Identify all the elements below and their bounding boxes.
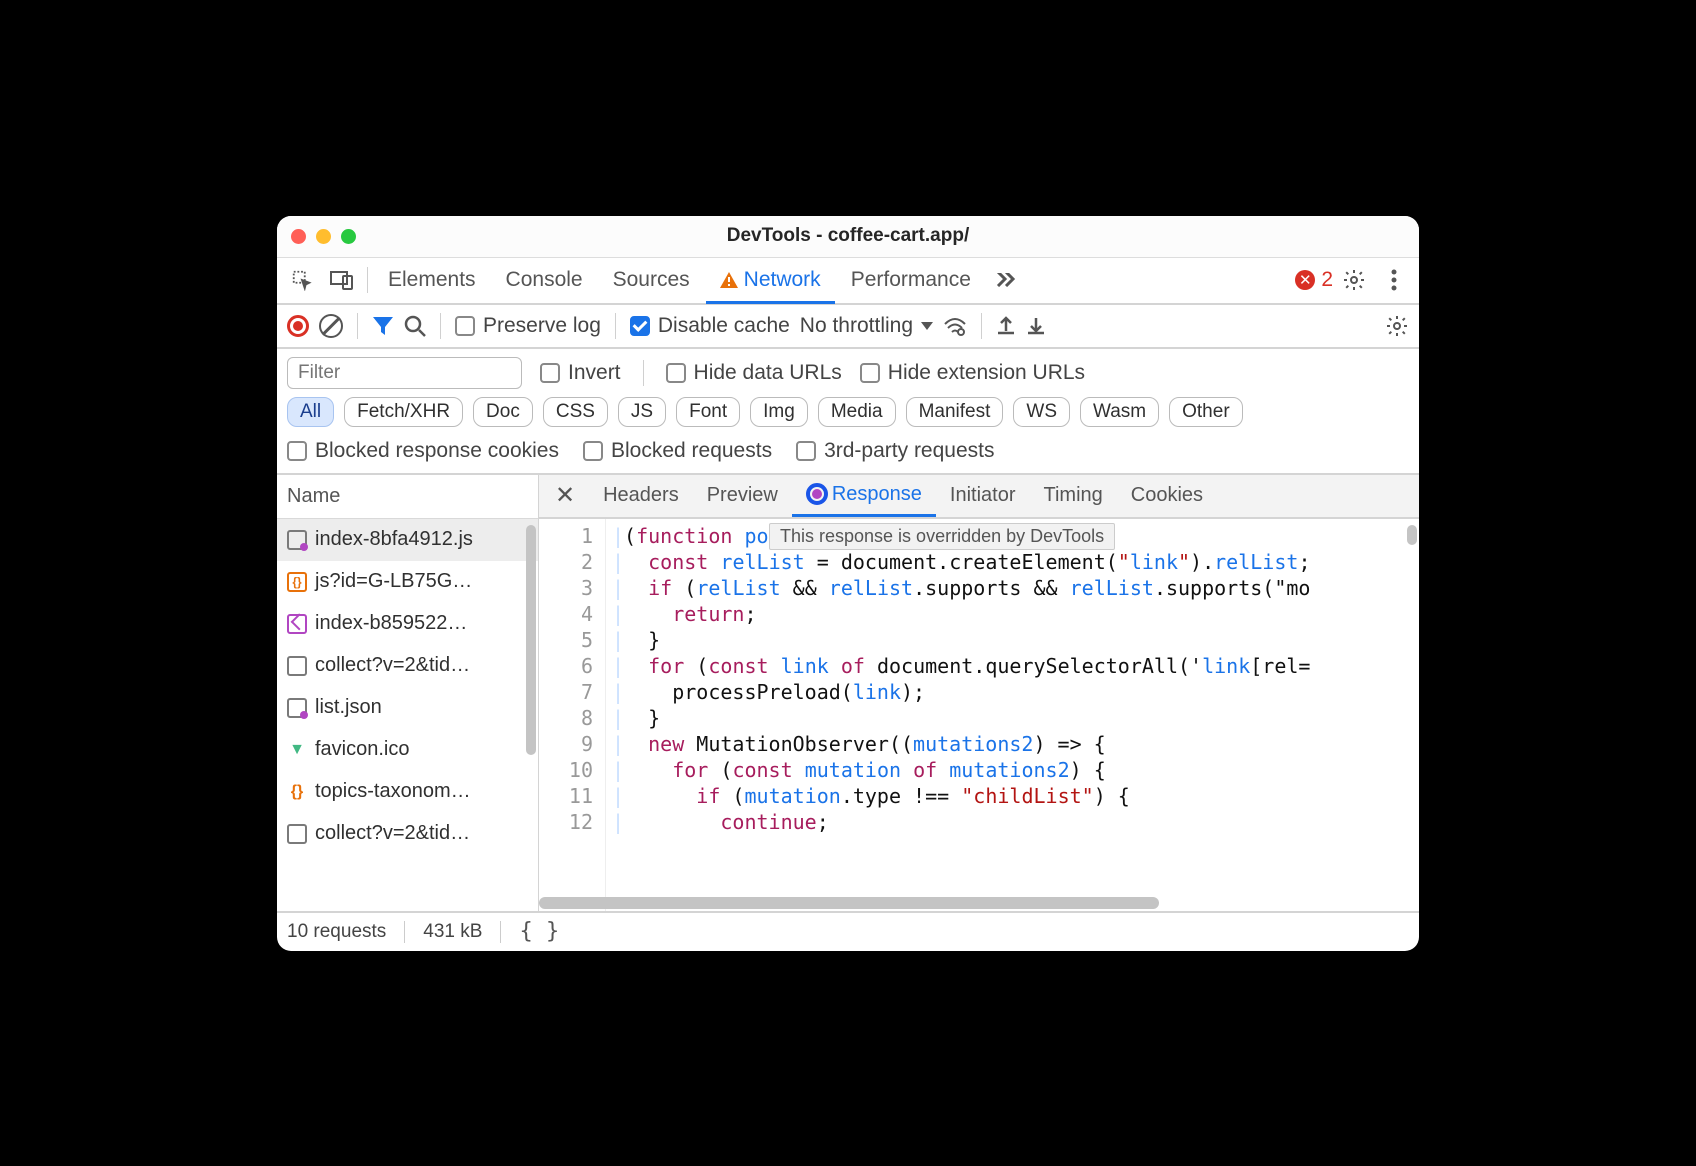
request-detail-panel: ✕ HeadersPreviewResponseInitiatorTimingC…	[539, 475, 1419, 911]
invert-checkbox[interactable]: Invert	[540, 361, 621, 385]
error-icon: ✕	[1295, 270, 1315, 290]
detail-tab-headers[interactable]: Headers	[589, 475, 693, 517]
filter-input[interactable]	[287, 357, 522, 389]
chip-other[interactable]: Other	[1169, 397, 1243, 427]
inspect-icon[interactable]	[283, 260, 321, 300]
detail-tab-response[interactable]: Response	[792, 475, 936, 517]
override-indicator-icon	[806, 483, 828, 505]
titlebar: DevTools - coffee-cart.app/	[277, 216, 1419, 258]
main-tabstrip: Elements Console Sources Network Perform…	[277, 258, 1419, 305]
request-row[interactable]: collect?v=2&tid…	[277, 645, 538, 687]
blocked-requests-checkbox[interactable]: Blocked requests	[583, 439, 772, 463]
filter-toggle-icon[interactable]	[372, 316, 394, 336]
chip-font[interactable]: Font	[676, 397, 740, 427]
request-row[interactable]: list.json	[277, 687, 538, 729]
close-detail-icon[interactable]: ✕	[545, 481, 585, 510]
request-row[interactable]: {}topics-taxonom…	[277, 771, 538, 813]
network-toolbar: Preserve log Disable cache No throttling	[277, 305, 1419, 349]
request-row[interactable]: collect?v=2&tid…	[277, 813, 538, 855]
request-row[interactable]: index-b859522…	[277, 603, 538, 645]
chip-css[interactable]: CSS	[543, 397, 608, 427]
window-title: DevTools - coffee-cart.app/	[277, 225, 1419, 247]
chip-all[interactable]: All	[287, 397, 334, 427]
status-bar: 10 requests 431 kB { }	[277, 911, 1419, 951]
request-row[interactable]: {}js?id=G-LB75G…	[277, 561, 538, 603]
chip-wasm[interactable]: Wasm	[1080, 397, 1159, 427]
detail-tabstrip: ✕ HeadersPreviewResponseInitiatorTimingC…	[539, 475, 1419, 519]
chip-fetchxhr[interactable]: Fetch/XHR	[344, 397, 463, 427]
detail-tab-timing[interactable]: Timing	[1030, 475, 1117, 517]
warning-icon	[720, 272, 738, 288]
status-size: 431 kB	[423, 921, 482, 943]
blocked-cookies-checkbox[interactable]: Blocked response cookies	[287, 439, 559, 463]
detail-tab-cookies[interactable]: Cookies	[1117, 475, 1217, 517]
chip-manifest[interactable]: Manifest	[906, 397, 1004, 427]
hide-data-urls-checkbox[interactable]: Hide data URLs	[666, 361, 842, 385]
settings-icon[interactable]	[1335, 260, 1373, 300]
preserve-log-checkbox[interactable]: Preserve log	[455, 314, 601, 338]
blocked-filters-row: Blocked response cookies Blocked request…	[277, 435, 1419, 475]
throttling-select[interactable]: No throttling	[800, 314, 933, 338]
hide-extension-urls-checkbox[interactable]: Hide extension URLs	[860, 361, 1085, 385]
download-har-icon[interactable]	[1026, 315, 1046, 337]
filter-row: Invert Hide data URLs Hide extension URL…	[277, 349, 1419, 393]
override-tooltip: This response is overridden by DevTools	[769, 523, 1115, 550]
search-icon[interactable]	[404, 315, 426, 337]
network-conditions-icon[interactable]	[943, 316, 967, 336]
detail-tab-initiator[interactable]: Initiator	[936, 475, 1030, 517]
network-main: Name index-8bfa4912.js{}js?id=G-LB75G…in…	[277, 475, 1419, 911]
tab-network[interactable]: Network	[706, 259, 835, 304]
detail-tab-preview[interactable]: Preview	[693, 475, 792, 517]
clear-button[interactable]	[319, 314, 343, 338]
pretty-print-icon[interactable]: { }	[519, 919, 559, 944]
chip-img[interactable]: Img	[750, 397, 808, 427]
chip-js[interactable]: JS	[618, 397, 666, 427]
tab-performance[interactable]: Performance	[837, 258, 985, 303]
upload-har-icon[interactable]	[996, 315, 1016, 337]
request-list-scrollbar[interactable]	[526, 525, 536, 755]
chip-media[interactable]: Media	[818, 397, 896, 427]
chevron-down-icon	[921, 322, 933, 330]
line-gutter: 123456789101112	[539, 519, 605, 911]
error-count[interactable]: ✕ 2	[1295, 268, 1333, 292]
request-list-panel: Name index-8bfa4912.js{}js?id=G-LB75G…in…	[277, 475, 539, 911]
horizontal-scrollbar[interactable]	[539, 897, 1159, 909]
vertical-scrollbar[interactable]	[1407, 525, 1417, 545]
device-toggle-icon[interactable]	[323, 260, 361, 300]
devtools-window: DevTools - coffee-cart.app/ Elements Con…	[277, 216, 1419, 951]
network-settings-icon[interactable]	[1385, 314, 1409, 338]
tab-console[interactable]: Console	[492, 258, 597, 303]
kebab-menu-icon[interactable]	[1375, 260, 1413, 300]
more-tabs-icon[interactable]	[987, 260, 1025, 300]
disable-cache-checkbox[interactable]: Disable cache	[630, 314, 790, 338]
status-requests: 10 requests	[287, 921, 386, 943]
third-party-checkbox[interactable]: 3rd-party requests	[796, 439, 994, 463]
record-button[interactable]	[287, 315, 309, 337]
type-filter-chips: All Fetch/XHR Doc CSS JS Font Img Media Manifest…	[277, 393, 1419, 435]
request-row[interactable]: index-8bfa4912.js	[277, 519, 538, 561]
code-content: |(function polyfil| const relList = docu…	[605, 519, 1419, 911]
request-list-header: Name	[277, 475, 538, 519]
response-code[interactable]: 123456789101112 |(function polyfil| cons…	[539, 519, 1419, 911]
tab-elements[interactable]: Elements	[374, 258, 490, 303]
request-row[interactable]: ▼favicon.ico	[277, 729, 538, 771]
chip-doc[interactable]: Doc	[473, 397, 533, 427]
chip-ws[interactable]: WS	[1013, 397, 1070, 427]
tab-sources[interactable]: Sources	[599, 258, 704, 303]
